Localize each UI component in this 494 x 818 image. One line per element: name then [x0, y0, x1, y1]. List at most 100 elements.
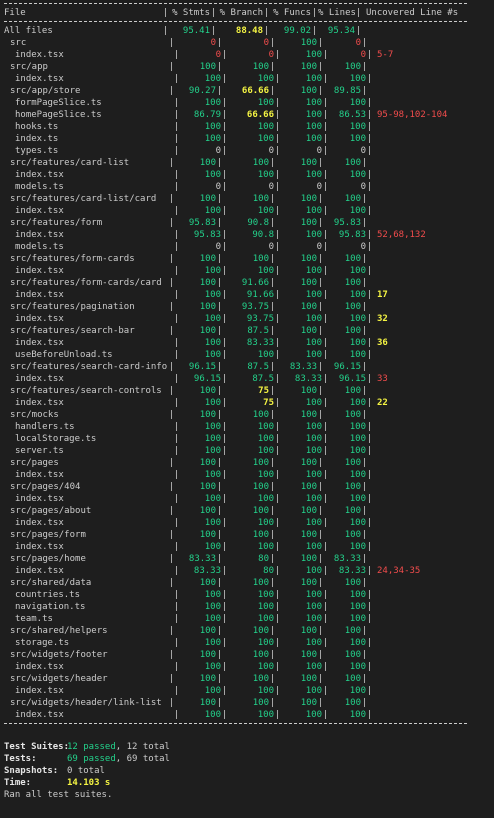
row-lines: 96.15 [333, 362, 361, 372]
column-divider: | [274, 182, 281, 192]
column-divider: | [269, 278, 276, 288]
column-divider: | [366, 566, 373, 576]
row-stmts: 95.41 [182, 26, 210, 36]
column-divider: | [322, 422, 329, 432]
column-divider: | [168, 326, 175, 336]
row-funcs: 100 [300, 578, 317, 588]
row-lines: 100 [349, 542, 366, 552]
column-divider: | [210, 26, 217, 36]
row-branch: 0 [263, 38, 269, 48]
column-divider: | [173, 614, 180, 624]
column-divider: | [322, 182, 329, 192]
row-branch: 100 [257, 614, 274, 624]
column-divider: | [221, 230, 228, 240]
row-uncovered: 52,68,132 [377, 230, 426, 240]
column-divider: | [221, 566, 228, 576]
column-divider: | [361, 458, 368, 468]
row-funcs: 100 [305, 230, 322, 240]
column-divider: | [317, 86, 324, 96]
column-divider: | [322, 494, 329, 504]
summary-snapshots-value: 0 total [67, 766, 105, 776]
summary-ran: Ran all test suites. [4, 790, 113, 800]
column-divider: | [221, 518, 228, 528]
row-file-name: index.tsx [15, 470, 64, 480]
column-divider: | [322, 110, 329, 120]
row-branch: 100 [252, 482, 269, 492]
row-funcs: 100 [305, 74, 322, 84]
column-divider: | [173, 434, 180, 444]
column-divider: | [361, 326, 368, 336]
column-divider: | [366, 686, 373, 696]
row-funcs: 100 [305, 446, 322, 456]
column-divider: | [168, 554, 175, 564]
row-branch: 100 [257, 602, 274, 612]
column-divider: | [361, 194, 368, 204]
row-lines: 100 [344, 626, 361, 636]
row-branch: 100 [257, 638, 274, 648]
row-funcs: 100 [300, 302, 317, 312]
column-divider: | [274, 230, 281, 240]
row-branch: 88.48 [235, 26, 263, 36]
row-file-name: index.tsx [15, 290, 64, 300]
column-divider: | [322, 446, 329, 456]
column-divider: | [317, 410, 324, 420]
row-funcs: 100 [305, 266, 322, 276]
row-file-name: index.tsx [15, 518, 64, 528]
row-lines: 100 [349, 134, 366, 144]
column-divider: | [216, 410, 223, 420]
column-divider: | [274, 242, 281, 252]
table-row: hooks.ts | 100 | 100 | 100 | 100 | [4, 121, 494, 133]
row-funcs: 100 [300, 158, 317, 168]
row-stmts: 100 [204, 314, 221, 324]
row-lines: 100 [344, 278, 361, 288]
row-funcs: 100 [305, 434, 322, 444]
row-stmts: 0 [210, 38, 216, 48]
column-divider: | [216, 158, 223, 168]
row-branch: 100 [257, 170, 274, 180]
column-divider: | [322, 146, 329, 156]
row-file-name: index.tsx [15, 686, 64, 696]
column-divider: | [361, 86, 368, 96]
row-lines: 83.33 [333, 554, 361, 564]
table-row: src/features/form | 95.83 | 90.8 | 100 | 95.83 | [4, 217, 494, 229]
row-lines: 100 [349, 290, 366, 300]
row-file-name: src/widgets/header/link-list [10, 698, 162, 708]
row-branch: 100 [257, 206, 274, 216]
row-lines: 100 [349, 434, 366, 444]
column-divider: | [322, 614, 329, 624]
row-lines: 83.33 [338, 566, 366, 576]
table-row: index.tsx | 100 | 100 | 100 | 100 | [4, 709, 494, 721]
row-file-name: src/features/search-bar [10, 326, 135, 336]
row-stmts: 100 [204, 266, 221, 276]
column-divider: | [168, 194, 175, 204]
table-row: src/features/search-bar | 100 | 87.5 | 100 | 100… [4, 325, 494, 337]
row-file-name: navigation.ts [15, 602, 86, 612]
column-divider: | [168, 386, 175, 396]
column-divider: | [366, 602, 373, 612]
row-branch: 87.5 [247, 362, 269, 372]
column-divider: | [274, 374, 281, 384]
column-divider: | [269, 698, 276, 708]
row-branch: 87.5 [252, 374, 274, 384]
row-funcs: 100 [300, 254, 317, 264]
column-divider: | [173, 686, 180, 696]
row-lines: 96.15 [338, 374, 366, 384]
row-file-name: src/mocks [10, 410, 59, 420]
column-divider: | [366, 422, 373, 432]
column-divider: | [366, 518, 373, 528]
table-row: index.tsx | 100 | 75 | 100 | 100 | 22 [4, 397, 494, 409]
row-file-name: index.tsx [15, 230, 64, 240]
header-uncovered: Uncovered Line #s [366, 8, 459, 18]
row-stmts: 100 [199, 326, 216, 336]
row-stmts: 100 [199, 410, 216, 420]
table-row: src/features/card-list/card | 100 | 100 | 100 |… [4, 193, 494, 205]
row-branch: 93.75 [241, 302, 269, 312]
column-divider: | [269, 362, 276, 372]
row-stmts: 100 [199, 698, 216, 708]
row-funcs: 0 [316, 242, 322, 252]
column-divider: | [322, 134, 329, 144]
row-lines: 100 [344, 650, 361, 660]
column-divider: | [322, 518, 329, 528]
row-funcs: 100 [300, 86, 317, 96]
column-divider: | [221, 98, 228, 108]
